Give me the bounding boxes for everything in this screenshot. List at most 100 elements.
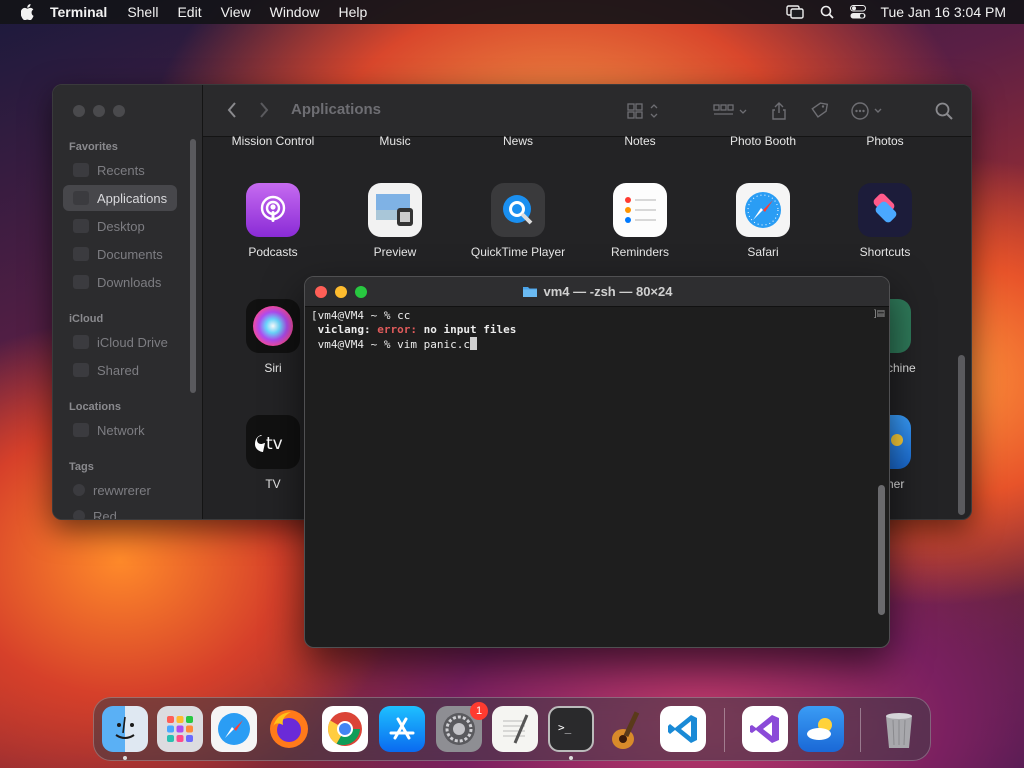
textedit-icon[interactable]: [492, 706, 538, 752]
app-item-news[interactable]: News: [457, 134, 579, 148]
sidebar-item-label: Downloads: [97, 274, 162, 290]
chrome-icon[interactable]: [322, 706, 368, 752]
terminal-titlebar[interactable]: vm4 — -zsh — 80×24: [305, 277, 889, 307]
safari-dock-icon[interactable]: [211, 706, 257, 752]
screen-mirroring-icon[interactable]: [786, 5, 805, 19]
sidebar-item-shared[interactable]: Shared: [63, 357, 177, 383]
trash-icon[interactable]: [876, 706, 922, 752]
sidebar-item-documents[interactable]: Documents: [63, 241, 177, 267]
terminal-dock-icon-text: >_: [558, 721, 572, 734]
close-button[interactable]: [315, 286, 327, 298]
sidebar-item-downloads[interactable]: Downloads: [63, 269, 177, 295]
app-item-preview[interactable]: Preview: [334, 183, 456, 259]
close-button[interactable]: [73, 105, 85, 117]
sidebar-scrollbar[interactable]: [190, 139, 196, 393]
app-item-time-machine[interactable]: chine: [887, 299, 947, 375]
app-label: Notes: [624, 134, 656, 148]
visual-studio-icon[interactable]: [742, 706, 788, 752]
terminal-window[interactable]: vm4 — -zsh — 80×24 ]▤ [vm4@VM4 ~ % cc vi…: [304, 276, 890, 648]
view-grid-icon[interactable]: [627, 99, 659, 123]
system-settings-icon[interactable]: 1: [436, 702, 488, 752]
apple-menu-icon[interactable]: [20, 4, 34, 20]
tag-dot-icon: [73, 484, 85, 496]
tag-icon[interactable]: [809, 99, 829, 123]
garageband-icon[interactable]: [604, 706, 650, 752]
menu-help[interactable]: Help: [338, 4, 367, 20]
search-icon[interactable]: [935, 99, 953, 123]
sidebar-item-label: Recents: [97, 162, 145, 178]
menu-edit[interactable]: Edit: [177, 4, 201, 20]
app-label: Mission Control: [231, 134, 315, 148]
shortcuts-icon: [858, 183, 912, 237]
app-item-photo-booth[interactable]: Photo Booth: [702, 134, 824, 148]
finder-icon[interactable]: [102, 706, 148, 752]
app-label: Music: [379, 134, 411, 148]
network-globe-icon: [73, 423, 89, 437]
app-item-quicktime-player[interactable]: QuickTime Player: [457, 183, 579, 259]
terminal-dock-icon[interactable]: >_: [548, 706, 594, 752]
sidebar-item-network[interactable]: Network: [63, 417, 177, 443]
app-item-reminders[interactable]: Reminders: [579, 183, 701, 259]
minimize-button[interactable]: [335, 286, 347, 298]
shared-folder-icon: [73, 363, 89, 377]
spotlight-search-icon[interactable]: [820, 5, 835, 19]
app-item-podcasts[interactable]: Podcasts: [212, 183, 334, 259]
finder-scrollbar[interactable]: [958, 355, 965, 515]
app-label: chine: [887, 361, 916, 375]
more-actions-icon[interactable]: [851, 99, 887, 123]
sidebar-section-locations: Locations: [69, 401, 121, 413]
app-store-icon[interactable]: [379, 706, 425, 752]
terminal-line: viclang: error: no input files: [311, 323, 869, 337]
app-label: QuickTime Player: [470, 245, 566, 259]
app-item-safari[interactable]: Safari: [702, 183, 824, 259]
cloud-icon: [73, 335, 89, 349]
back-button[interactable]: [227, 101, 241, 121]
sidebar-item-icloud-drive[interactable]: iCloud Drive: [63, 329, 177, 355]
firefox-icon[interactable]: [266, 706, 312, 752]
sidebar-item-tag-red[interactable]: Red: [63, 503, 177, 519]
zoom-button[interactable]: [113, 105, 125, 117]
control-center-icon[interactable]: [850, 5, 867, 19]
forward-button[interactable]: [259, 101, 273, 121]
app-item-shortcuts[interactable]: Shortcuts: [824, 183, 946, 259]
terminal-line: vm4@VM4 ~ % vim panic.c: [311, 337, 869, 352]
podcasts-icon: [246, 183, 300, 237]
group-by-icon[interactable]: [713, 99, 749, 123]
terminal-output[interactable]: [vm4@VM4 ~ % cc viclang: error: no input…: [305, 307, 875, 647]
share-icon[interactable]: [771, 99, 787, 123]
tv-icon-text: tv: [266, 434, 283, 454]
menu-window[interactable]: Window: [270, 4, 320, 20]
siri-icon: [246, 299, 300, 353]
sidebar-item-tag-rewwrerer[interactable]: rewwrerer: [63, 477, 177, 503]
sidebar-section-icloud: iCloud: [69, 313, 104, 325]
minimize-button[interactable]: [93, 105, 105, 117]
app-item-mission-control[interactable]: Mission Control: [212, 134, 334, 148]
menu-shell[interactable]: Shell: [127, 4, 158, 20]
vscode-icon[interactable]: [660, 706, 706, 752]
sidebar-item-label: Documents: [97, 246, 163, 262]
sidebar-item-applications[interactable]: Applications: [63, 185, 177, 211]
app-item-weather[interactable]: her: [887, 415, 947, 491]
finder-toolbar: Applications: [203, 85, 971, 137]
sidebar-item-recents[interactable]: Recents: [63, 157, 177, 183]
sidebar-section-favorites: Favorites: [69, 141, 118, 153]
weather-dock-icon[interactable]: [798, 706, 844, 752]
notification-badge: 1: [470, 702, 488, 720]
menu-clock[interactable]: Tue Jan 16 3:04 PM: [880, 4, 1006, 20]
sidebar-item-label: rewwrerer: [93, 482, 151, 498]
terminal-scrollbar[interactable]: [878, 485, 885, 615]
finder-sidebar: Favorites Recents Applications Desktop D…: [53, 85, 203, 519]
terminal-line-text: no input files: [416, 323, 517, 336]
launchpad-icon[interactable]: [157, 706, 203, 752]
app-label: Preview: [373, 245, 417, 259]
sidebar-item-desktop[interactable]: Desktop: [63, 213, 177, 239]
app-item-music[interactable]: Music: [334, 134, 456, 148]
menu-app-name[interactable]: Terminal: [50, 4, 107, 20]
app-item-photos[interactable]: Photos: [824, 134, 946, 148]
menu-view[interactable]: View: [221, 4, 251, 20]
app-item-notes[interactable]: Notes: [579, 134, 701, 148]
terminal-prompt-text: vm4@VM4 ~ % vim panic.c: [317, 338, 470, 351]
zoom-button[interactable]: [355, 286, 367, 298]
sidebar-item-label: iCloud Drive: [97, 334, 168, 350]
app-label: Photo Booth: [729, 134, 797, 148]
